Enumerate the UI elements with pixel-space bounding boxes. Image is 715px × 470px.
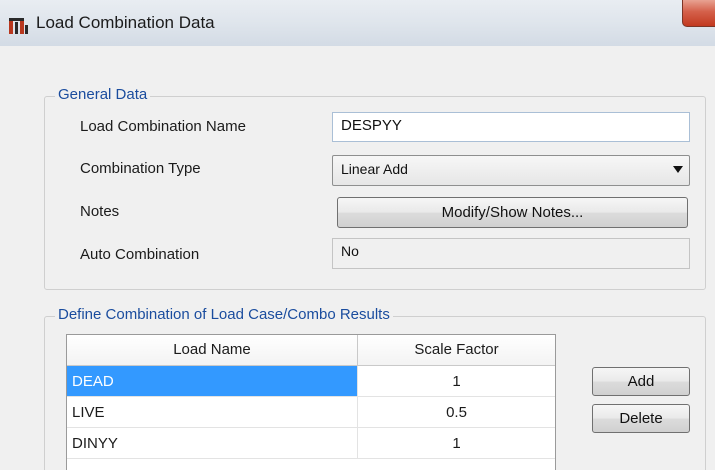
column-header-load-name[interactable]: Load Name	[67, 335, 357, 365]
scale-factor-cell[interactable]: 1	[357, 366, 555, 397]
table-row[interactable]: DEAD 1	[67, 366, 555, 397]
scale-factor-cell[interactable]: 0.5	[357, 397, 555, 428]
notes-label: Notes	[80, 203, 120, 220]
define-combination-title: Define Combination of Load Case/Combo Re…	[55, 306, 393, 323]
auto-combination-value: No	[332, 238, 690, 269]
combo-name-label: Load Combination Name	[80, 118, 246, 135]
window-title: Load Combination Data	[36, 13, 215, 32]
scale-factor-cell[interactable]: 1	[357, 428, 555, 459]
chevron-down-icon	[673, 166, 683, 173]
close-button[interactable]	[682, 0, 715, 27]
general-data-title: General Data	[55, 86, 151, 103]
modify-show-notes-button[interactable]: Modify/Show Notes...	[337, 197, 688, 228]
combo-type-label: Combination Type	[80, 160, 201, 177]
load-name-cell[interactable]: DEAD	[67, 366, 357, 397]
load-combination-grid: Load Name Scale Factor DEAD 1 LIVE 0.5 D…	[66, 334, 556, 470]
load-combination-dialog: Load Combination Data General Data Load …	[0, 0, 715, 470]
combo-type-value: Linear Add	[341, 161, 408, 177]
combo-name-field[interactable]: DESPYY	[332, 112, 690, 142]
table-row[interactable]: LIVE 0.5	[67, 397, 555, 428]
delete-button[interactable]: Delete	[592, 404, 690, 433]
title-bar[interactable]: Load Combination Data	[0, 0, 715, 46]
grid-header: Load Name Scale Factor	[67, 335, 555, 366]
app-icon	[9, 18, 28, 34]
load-name-cell[interactable]: LIVE	[67, 397, 357, 428]
load-name-cell[interactable]: DINYY	[67, 428, 357, 459]
table-row[interactable]: DINYY 1	[67, 428, 555, 459]
column-header-scale-factor[interactable]: Scale Factor	[357, 335, 555, 365]
combo-type-select[interactable]: Linear Add	[332, 155, 690, 186]
add-button[interactable]: Add	[592, 367, 690, 396]
auto-combination-label: Auto Combination	[80, 246, 200, 263]
